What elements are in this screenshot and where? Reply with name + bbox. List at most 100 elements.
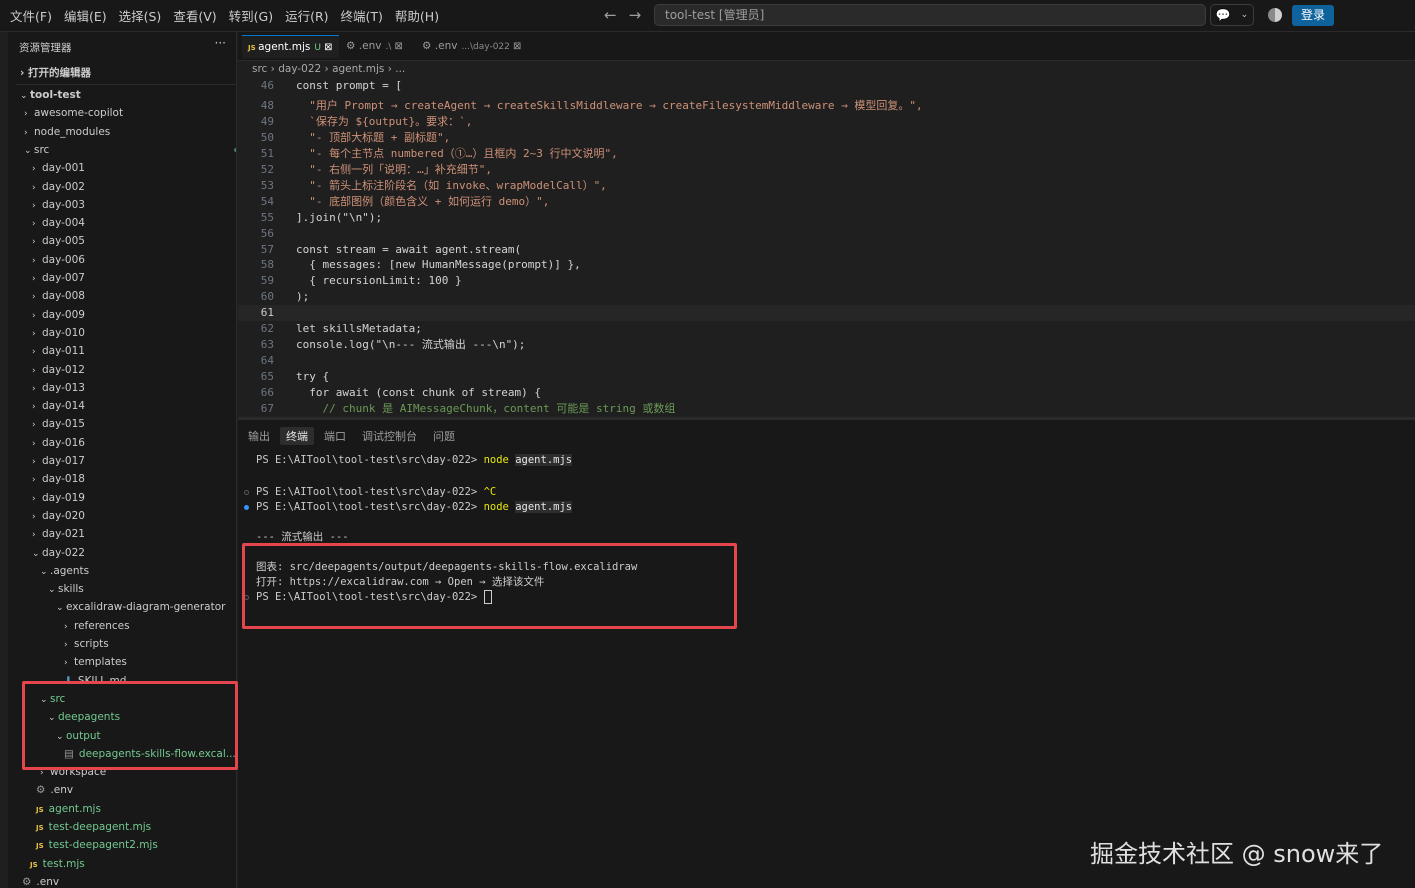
command-center[interactable]: tool-test [管理员] (654, 4, 1206, 26)
close-icon[interactable]: ⊠ (391, 41, 403, 52)
panel-tab[interactable]: 输出 (242, 427, 276, 445)
line-number: 58 (260, 258, 274, 272)
breadcrumb-item[interactable]: src (252, 63, 267, 75)
menu-bar: 文件(F) 编辑(E) 选择(S) 查看(V) 转到(G) 运行(R) 终端(T) 帮助(H) (4, 0, 445, 31)
code-line: 66 for await (const chunk of stream) { (238, 385, 1415, 401)
menu-item[interactable]: 文件(F) (4, 6, 58, 25)
command-decoration-icon (244, 490, 249, 495)
tree-item[interactable]: › templates (8, 653, 236, 671)
open-editors-section[interactable]: › 打开的编辑器 (20, 65, 91, 80)
menu-item[interactable]: 终端(T) (335, 6, 389, 25)
tree-item[interactable]: › day-018 (8, 470, 236, 488)
divider (16, 84, 236, 85)
menu-item[interactable]: 帮助(H) (389, 6, 445, 25)
tree-item[interactable]: JSagent.mjsU (8, 800, 236, 818)
code-line: 50 "- 顶部大标题 + 副标题", (238, 130, 1415, 146)
tree-item-label: awesome-copilot (34, 107, 124, 120)
tree-item[interactable]: › day-008 (8, 287, 236, 305)
tree-item[interactable]: ⌄ src (8, 141, 236, 159)
back-arrow-icon[interactable]: ← (604, 6, 617, 24)
chevron-right-icon: › (20, 67, 25, 79)
tree-item-label: day-007 (42, 272, 85, 284)
tree-item-label: day-006 (42, 253, 85, 266)
tree-item[interactable]: JStest.mjsU (8, 855, 236, 873)
tree-item-label: day-003 (42, 198, 85, 211)
tree-item[interactable]: › day-003 (8, 196, 236, 214)
explorer-title: 资源管理器 (19, 42, 72, 54)
tree-item[interactable]: › references (8, 617, 236, 635)
editor-tab[interactable]: ⚙ .env .\ ⊠ (346, 35, 403, 57)
tree-item[interactable]: ⌄ day-022 (8, 544, 236, 562)
tree-item[interactable]: ⌄ .agents (8, 562, 236, 580)
code-text: "- 箭头上标注阶段名（如 invoke、wrapModelCall）", (296, 178, 607, 192)
panel-tab[interactable]: 问题 (427, 427, 461, 445)
tree-item[interactable]: › day-017 (8, 452, 236, 470)
menu-item[interactable]: 查看(V) (167, 6, 222, 25)
tree-item[interactable]: › node_modules (8, 123, 236, 141)
more-actions-icon[interactable]: ··· (215, 36, 226, 50)
tree-item[interactable]: › day-019 (8, 489, 236, 507)
login-button[interactable]: 登录 (1292, 5, 1334, 26)
tree-item-label: day-001 (42, 162, 85, 175)
accounts-icon[interactable] (1268, 8, 1282, 22)
tree-item[interactable]: › day-005 (8, 232, 236, 250)
tree-item[interactable]: › day-006 (8, 251, 236, 269)
code-line: 48 "用户 Prompt → createAgent → createSkil… (238, 98, 1415, 114)
forward-arrow-icon[interactable]: → (629, 6, 642, 24)
code-text: "用户 Prompt → createAgent → createSkillsM… (296, 98, 923, 112)
editor-tab[interactable]: ⚙ .env ...\day-022 ⊠ (422, 35, 521, 57)
menu-item[interactable]: 运行(R) (279, 6, 334, 25)
tree-item[interactable]: › day-010 (8, 324, 236, 342)
tree-item[interactable]: › day-014 (8, 397, 236, 415)
panel-tab[interactable]: 调试控制台 (356, 427, 423, 445)
tree-item[interactable]: › day-011 (8, 342, 236, 360)
tree-item[interactable]: ⌄ skills (8, 580, 236, 598)
tree-item[interactable]: JStest-deepagent2.mjsU (8, 836, 236, 854)
tree-item[interactable]: › day-004 (8, 214, 236, 232)
gear-icon: ⚙ (36, 784, 46, 797)
code-text: "- 右侧一列「说明：…」补充细节", (296, 162, 492, 176)
tree-item[interactable]: ⚙ .env (8, 873, 236, 888)
tree-item[interactable]: ⚙ .env (8, 781, 236, 799)
breadcrumb-item[interactable]: agent.mjs (332, 63, 384, 75)
chevron-right-icon: › (32, 383, 36, 394)
tree-item[interactable]: › day-009 (8, 306, 236, 324)
menu-item[interactable]: 编辑(E) (58, 6, 113, 25)
tree-item-label: day-009 (42, 308, 85, 321)
breadcrumb-item[interactable]: ... (395, 63, 405, 75)
tree-item[interactable]: › day-015 (8, 415, 236, 433)
tree-item[interactable]: › awesome-copilot (8, 104, 236, 122)
tree-item[interactable]: ⌄ tool-test (8, 86, 236, 104)
tree-item[interactable]: JStest-deepagent.mjsU (8, 818, 236, 836)
editor-tab[interactable]: JS agent.mjs U ⊠ (242, 35, 339, 58)
tree-item[interactable]: › day-001 (8, 159, 236, 177)
line-number: 57 (260, 242, 274, 256)
js-file-icon: JS (36, 842, 44, 851)
tree-item[interactable]: ⌄ excalidraw-diagram-generator (8, 598, 236, 616)
close-icon[interactable]: ⊠ (321, 42, 332, 53)
copilot-chat-button[interactable]: 💬 ⌄ (1210, 4, 1254, 26)
code-text: { messages: [new HumanMessage(prompt)] }… (296, 258, 581, 272)
line-number: 63 (260, 338, 274, 352)
breadcrumb-item[interactable]: day-022 (278, 63, 321, 75)
tree-item[interactable]: › day-020 (8, 507, 236, 525)
tree-item[interactable]: › day-002 (8, 178, 236, 196)
tree-item-label: skills (58, 583, 84, 596)
code-text: `保存为 ${output}。要求：`, (296, 114, 473, 128)
tree-item[interactable]: › day-013 (8, 379, 236, 397)
tree-item[interactable]: › day-012 (8, 361, 236, 379)
tree-item[interactable]: › day-021 (8, 525, 236, 543)
menu-item[interactable]: 转到(G) (223, 6, 279, 25)
tree-item-label: day-018 (42, 473, 85, 486)
tree-item-label: .agents (50, 564, 90, 577)
tab-label: agent.mjs (258, 41, 311, 53)
code-text: const stream = await agent.stream( (296, 242, 522, 256)
close-icon[interactable]: ⊠ (510, 41, 521, 52)
editor-tabs: JS agent.mjs U ⊠ ⚙ .env .\ ⊠ ⚙ .env ...\day-0… (238, 32, 1415, 61)
tree-item[interactable]: › scripts (8, 635, 236, 653)
tree-item[interactable]: › day-016 (8, 434, 236, 452)
menu-item[interactable]: 选择(S) (113, 6, 168, 25)
tree-item[interactable]: › day-007 (8, 269, 236, 287)
panel-tab[interactable]: 终端 (280, 427, 314, 445)
panel-tab[interactable]: 端口 (318, 427, 352, 445)
